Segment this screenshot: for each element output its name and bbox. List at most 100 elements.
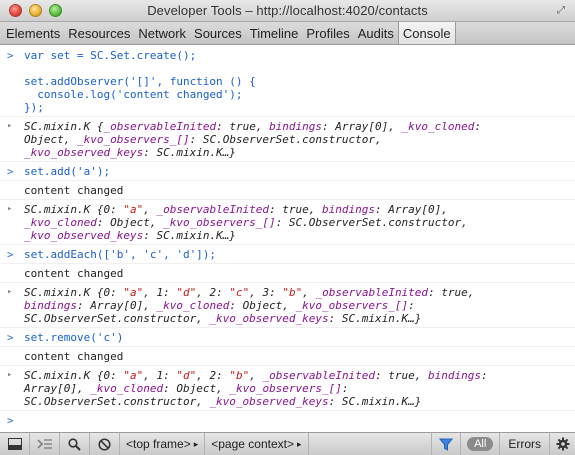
filter-errors-button[interactable]: Errors [499, 433, 549, 455]
object-text: , 1: [143, 286, 177, 299]
object-preview: SC.mixin.K {0: "a", 1: "d", 2: "c", 3: "… [24, 286, 567, 325]
errors-label: Errors [508, 437, 541, 451]
clear-console-button[interactable] [90, 433, 120, 455]
object-text: : Array[0], [375, 203, 448, 216]
object-key: _kvo_cloned [156, 299, 230, 312]
expand-triangle-icon: ▸ [7, 121, 13, 131]
object-text: , 1: [143, 369, 177, 382]
string-value: "b" [229, 369, 250, 382]
object-key: _kvo_observers_[] [229, 382, 342, 395]
object-key: _observableInited [262, 369, 376, 382]
object-text: : SC.ObserverSet.constructor, [275, 216, 468, 229]
object-key: bindings [322, 203, 376, 216]
console-panel: > var set = SC.Set.create(); set.addObser… [0, 46, 575, 432]
dock-toggle-button[interactable] [0, 433, 30, 455]
object-key: _kvo_observed_keys [209, 395, 329, 408]
object-text: : true, [269, 203, 323, 216]
object-key: bindings [24, 299, 77, 312]
object-preview: SC.mixin.K {0: "a", 1: "d", 2: "b", _obs… [24, 369, 567, 408]
console-log-message: content changed [0, 347, 575, 366]
object-text: : true, [428, 286, 475, 299]
object-text: : SC.mixin.K…} [143, 229, 236, 242]
console-result-message[interactable]: ▸ SC.mixin.K {0: "a", _observableInited: … [0, 200, 575, 245]
tab-profiles[interactable]: Profiles [302, 22, 353, 44]
object-text: : SC.mixin.K…} [328, 312, 422, 325]
tab-network[interactable]: Network [134, 22, 190, 44]
frame-select-value: <top frame> [126, 437, 191, 451]
object-key: _kvo_observers_[] [163, 216, 276, 229]
window-title: Developer Tools – http://localhost:4020/… [147, 3, 428, 18]
object-text: : SC.mixin.K…} [328, 395, 422, 408]
context-select[interactable]: <page context> ▸ [205, 433, 309, 455]
tab-elements[interactable]: Elements [0, 22, 64, 44]
tab-console[interactable]: Console [397, 22, 456, 44]
search-button[interactable] [60, 433, 90, 455]
tab-timeline[interactable]: Timeline [246, 22, 303, 44]
expand-triangle-icon: ▸ [7, 287, 13, 297]
filter-button[interactable] [431, 433, 462, 455]
tab-sources[interactable]: Sources [190, 22, 246, 44]
object-key: _observableInited [103, 120, 217, 133]
console-input-message: > set.addEach(['b', 'c', 'd']); [0, 245, 575, 264]
string-value: "a" [123, 369, 144, 382]
fullscreen-icon[interactable]: ⤢ [557, 5, 568, 16]
devtools-tabbar: Elements Resources Network Sources Timel… [0, 22, 575, 45]
string-value: "d" [176, 369, 197, 382]
console-result-message[interactable]: ▸ SC.mixin.K {0: "a", 1: "d", 2: "b", _ob… [0, 366, 575, 411]
prompt-chevron-icon: > [7, 331, 14, 344]
frame-select[interactable]: <top frame> ▸ [120, 433, 206, 455]
log-text: content changed [24, 184, 124, 197]
object-text: : Object, [229, 299, 296, 312]
log-text: content changed [24, 267, 124, 280]
object-text: : SC.mixin.K…} [143, 146, 236, 159]
object-text: : Array[0], [322, 120, 402, 133]
context-select-value: <page context> [211, 437, 294, 451]
tab-resources[interactable]: Resources [64, 22, 134, 44]
input-code: var set = SC.Set.create(); set.addObserv… [24, 49, 256, 114]
filter-icon [439, 438, 454, 451]
tab-audits[interactable]: Audits [354, 22, 398, 44]
object-key: bindings [269, 120, 323, 133]
object-text: , 2: [196, 369, 230, 382]
prompt-chevron-icon: > [7, 248, 14, 261]
object-text: : true, [216, 120, 270, 133]
console-prompt[interactable]: > [0, 411, 575, 429]
string-value: "d" [176, 286, 197, 299]
input-code: set.add('a'); [24, 165, 111, 178]
input-code: set.remove('c') [24, 331, 124, 344]
object-text: SC.mixin.K {0: [24, 369, 124, 382]
object-text: : Array[0], [76, 299, 157, 312]
object-text: : true, [375, 369, 429, 382]
settings-button[interactable] [549, 433, 575, 455]
object-key: _observableInited [315, 286, 429, 299]
string-value: "c" [229, 286, 250, 299]
object-text: , 3: [249, 286, 283, 299]
object-text: , [302, 286, 316, 299]
object-text: : Object, [163, 382, 230, 395]
console-input-message: > set.remove('c') [0, 328, 575, 347]
console-result-message[interactable]: ▸ SC.mixin.K {0: "a", 1: "d", 2: "c", 3: … [0, 283, 575, 328]
expand-triangle-icon: ▸ [7, 370, 13, 380]
filter-all-badge[interactable]: All [467, 437, 494, 451]
window-titlebar: Developer Tools – http://localhost:4020/… [0, 0, 575, 22]
object-key: _kvo_observers_[] [295, 299, 409, 312]
object-text: , [143, 203, 157, 216]
object-text: SC.mixin.K { [24, 120, 104, 133]
input-code: set.addEach(['b', 'c', 'd']); [24, 248, 217, 261]
clear-icon [98, 437, 111, 451]
console-messages: > var set = SC.Set.create(); set.addObser… [0, 46, 575, 411]
object-text: , 2: [196, 286, 230, 299]
prompt-chevron-icon: > [7, 165, 14, 178]
console-input-message: > set.add('a'); [0, 162, 575, 181]
show-console-drawer-button[interactable] [30, 433, 60, 455]
prompt-chevron-icon: > [7, 49, 14, 62]
dock-icon [7, 438, 22, 450]
devtools-statusbar: <top frame> ▸ <page context> ▸ All Error… [0, 432, 575, 455]
object-text: SC.mixin.K {0: [24, 203, 124, 216]
console-log-message: content changed [0, 181, 575, 200]
object-key: _kvo_cloned [24, 216, 97, 229]
string-value: "a" [123, 203, 144, 216]
console-result-message[interactable]: ▸ SC.mixin.K {_observableInited: true, bi… [0, 117, 575, 162]
object-preview: SC.mixin.K {_observableInited: true, bin… [24, 120, 567, 159]
string-value: "b" [282, 286, 303, 299]
